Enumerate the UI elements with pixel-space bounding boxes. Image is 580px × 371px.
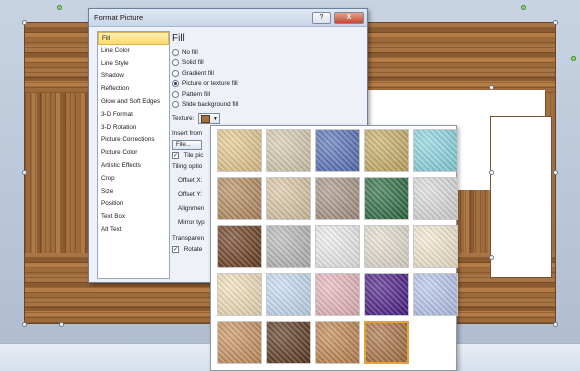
resize-handle-top-right[interactable] — [553, 20, 558, 25]
texture-tile-pink-tissue-paper[interactable] — [315, 273, 360, 316]
texture-tile-brown-marble[interactable] — [217, 225, 262, 268]
frame-opening-edge — [490, 116, 552, 278]
fill-heading: Fill — [172, 33, 185, 44]
close-button[interactable]: X — [334, 11, 364, 24]
category-picture-color[interactable]: Picture Color — [98, 147, 169, 160]
help-button[interactable]: ? — [312, 11, 331, 24]
option-label: Pattern fill — [182, 90, 210, 98]
dialog-titlebar[interactable]: Format Picture ? X — [89, 9, 367, 27]
category-position[interactable]: Position — [98, 198, 169, 211]
category-3d-format[interactable]: 3-D Format — [98, 109, 169, 122]
texture-tile-stationery[interactable] — [217, 273, 262, 316]
resize-handle-lower-right[interactable] — [489, 255, 494, 260]
rotation-handle-far-right[interactable] — [571, 56, 576, 61]
radio-solid-fill[interactable] — [172, 59, 179, 67]
resize-handle-bottom-center[interactable] — [59, 322, 64, 327]
category-alt-text[interactable]: Alt Text — [98, 224, 169, 237]
texture-tile-blue-tissue-paper[interactable] — [266, 273, 311, 316]
category-crop[interactable]: Crop — [98, 173, 169, 186]
option-label: Solid fill — [182, 59, 204, 67]
dialog-title: Format Picture — [94, 13, 144, 22]
rotate-checkbox[interactable]: ✓ — [172, 245, 179, 253]
texture-tile-woven-mat[interactable] — [364, 129, 409, 172]
resize-handle-mid-right[interactable] — [489, 170, 494, 175]
rotation-handle-right[interactable] — [521, 5, 526, 10]
category-shadow[interactable]: Shadow — [98, 70, 169, 83]
texture-tile-canvas[interactable] — [266, 129, 311, 172]
texture-tile-medium-wood[interactable] — [364, 321, 409, 364]
texture-tile-recycled-paper[interactable] — [364, 225, 409, 268]
radio-gradient-fill[interactable] — [172, 69, 179, 77]
rotate-label: Rotate — [183, 246, 203, 253]
texture-tile-bouquet[interactable] — [413, 273, 458, 316]
chevron-down-icon: ▼ — [212, 115, 218, 122]
option-pattern-fill[interactable]: Pattern fill — [172, 89, 367, 100]
texture-tile-green-marble[interactable] — [364, 177, 409, 220]
texture-tile-white-marble[interactable] — [413, 177, 458, 220]
category-3d-rotation[interactable]: 3-D Rotation — [98, 122, 169, 135]
category-line-style[interactable]: Line Style — [98, 58, 169, 71]
resize-handle-bottom-left[interactable] — [22, 322, 27, 327]
texture-tile-water-droplets[interactable] — [413, 129, 458, 172]
option-picture-texture-fill[interactable]: Picture or texture fill — [172, 79, 367, 90]
resize-handle-top-left[interactable] — [22, 20, 27, 25]
texture-tile-paper-bag[interactable] — [217, 177, 262, 220]
category-artistic-effects[interactable]: Artistic Effects — [98, 160, 169, 173]
category-list: Fill Line Color Line Style Shadow Reflec… — [97, 31, 170, 279]
category-picture-corrections[interactable]: Picture Corrections — [98, 134, 169, 147]
texture-swatch-icon — [200, 114, 210, 123]
texture-tile-granite[interactable] — [266, 225, 311, 268]
option-solid-fill[interactable]: Solid fill — [172, 58, 367, 69]
resize-handle-bottom-right[interactable] — [553, 322, 558, 327]
texture-tile-parchment[interactable] — [413, 225, 458, 268]
texture-tile-cork[interactable] — [217, 321, 262, 364]
texture-gallery — [210, 125, 458, 371]
texture-tile-newsprint[interactable] — [315, 225, 360, 268]
resize-handle-right-center[interactable] — [553, 170, 558, 175]
resize-handle-left-center[interactable] — [22, 170, 27, 175]
radio-no-fill[interactable] — [172, 48, 179, 56]
option-label: No fill — [182, 48, 198, 56]
option-label: Slide background fill — [182, 101, 239, 109]
texture-row: Texture: ▼ — [172, 113, 367, 124]
texture-dropdown[interactable]: ▼ — [198, 113, 221, 124]
tile-checkbox[interactable]: ✓ — [172, 151, 179, 159]
texture-tile-purple-mesh[interactable] — [364, 273, 409, 316]
texture-tile-walnut[interactable] — [266, 321, 311, 364]
resize-handle-upper-right[interactable] — [489, 85, 494, 90]
texture-label: Texture: — [172, 115, 195, 122]
radio-slide-background-fill[interactable] — [172, 101, 179, 109]
rotation-handle[interactable] — [57, 5, 62, 10]
texture-tile-fish-fossil[interactable] — [266, 177, 311, 220]
texture-tile-papyrus[interactable] — [217, 129, 262, 172]
texture-tile-denim[interactable] — [315, 129, 360, 172]
option-label: Picture or texture fill — [182, 80, 238, 88]
option-gradient-fill[interactable]: Gradient fill — [172, 68, 367, 79]
option-slide-background-fill[interactable]: Slide background fill — [172, 100, 367, 111]
category-glow-soft-edges[interactable]: Glow and Soft Edges — [98, 96, 169, 109]
category-text-box[interactable]: Text Box — [98, 211, 169, 224]
tile-label: Tile pic — [183, 152, 204, 159]
category-fill[interactable]: Fill — [98, 32, 169, 45]
radio-picture-texture-fill[interactable] — [172, 80, 179, 88]
radio-pattern-fill[interactable] — [172, 90, 179, 98]
category-line-color[interactable]: Line Color — [98, 45, 169, 58]
option-label: Gradient fill — [182, 69, 214, 77]
category-size[interactable]: Size — [98, 186, 169, 199]
file-button[interactable]: File... — [172, 140, 202, 150]
category-reflection[interactable]: Reflection — [98, 83, 169, 96]
texture-tile-sand[interactable] — [315, 177, 360, 220]
option-no-fill[interactable]: No fill — [172, 47, 367, 58]
texture-tile-oak[interactable] — [315, 321, 360, 364]
